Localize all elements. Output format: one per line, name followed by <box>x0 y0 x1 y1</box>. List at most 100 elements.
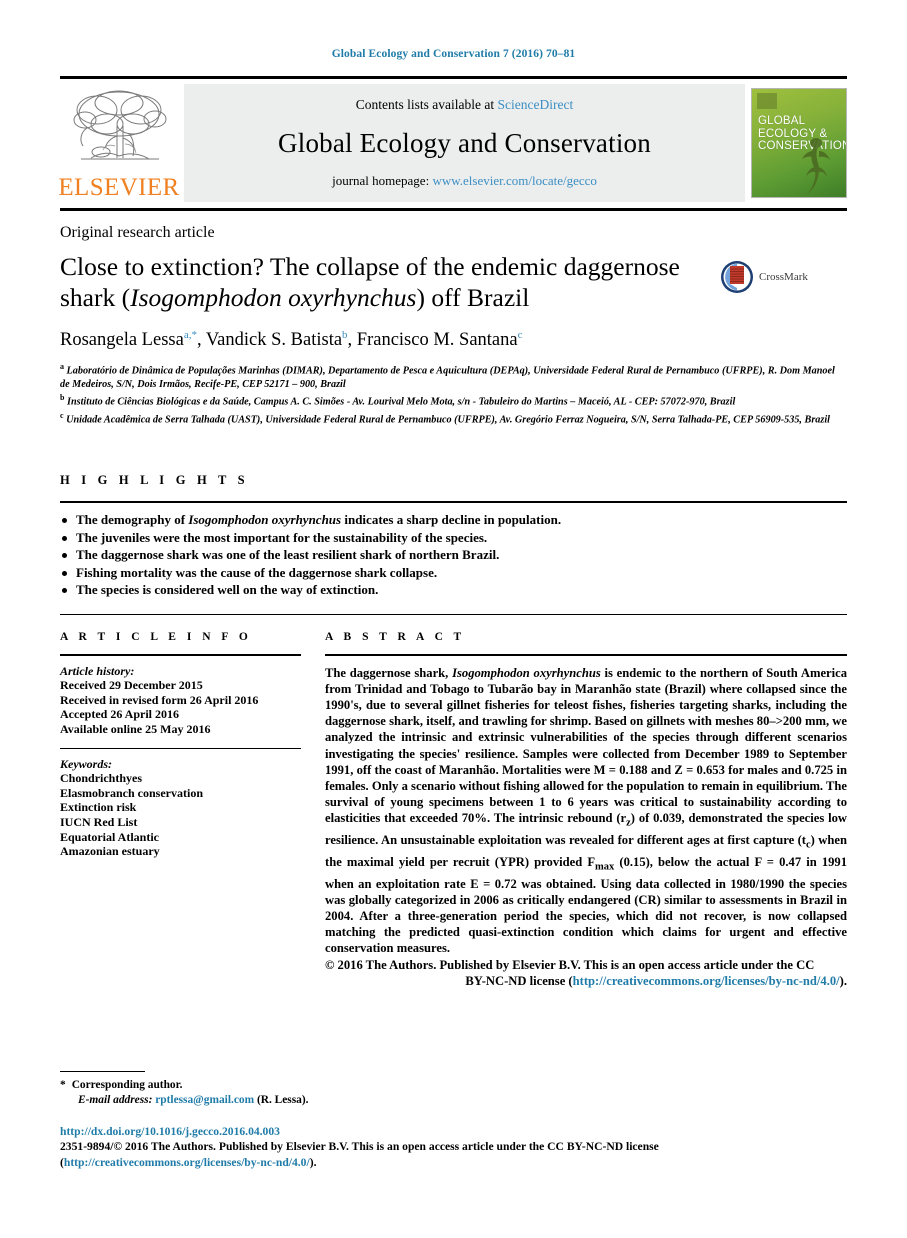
divider-top <box>60 76 847 79</box>
journal-cover-thumbnail[interactable]: GLOBAL ECOLOGY & CONSERVATION <box>751 88 847 198</box>
footnote-rule <box>60 1070 145 1072</box>
article-info-heading: A R T I C L E I N F O <box>60 630 252 643</box>
elsevier-tree-icon <box>73 90 167 160</box>
doi-link[interactable]: http://dx.doi.org/10.1016/j.gecco.2016.0… <box>60 1124 847 1140</box>
history-item-1: Received in revised form 26 April 2016 <box>60 692 259 707</box>
abstract-species-name: Isogomphodon oxyrhynchus <box>452 665 601 680</box>
crossmark-icon <box>721 261 753 293</box>
corresponding-star: * <box>60 1078 66 1091</box>
journal-homepage-line: journal homepage: www.elsevier.com/locat… <box>332 173 597 189</box>
abstract-part-e: (0.15), below the actual F = 0.47 in 199… <box>325 854 848 956</box>
email-label: E-mail address: <box>78 1093 153 1106</box>
journal-masthead: ELSEVIER Contents lists available at Sci… <box>58 84 847 202</box>
title-row: Close to extinction? The collapse of the… <box>60 251 847 313</box>
contents-prefix: Contents lists available at <box>355 97 498 112</box>
author-2-name: Francisco M. Santana <box>356 330 518 351</box>
corresponding-text: Corresponding author. <box>71 1078 183 1091</box>
highlight-4-pre: The species is considered well on the wa… <box>76 582 379 598</box>
highlight-0-post: indicates a sharp decline in population. <box>341 512 562 528</box>
corresponding-author-note: * Corresponding author. E-mail address: r… <box>60 1078 847 1108</box>
affiliation-2-marker: c <box>60 410 64 420</box>
author-0-sup: a,* <box>183 329 197 341</box>
title-part-2: ) off Brazil <box>416 283 530 312</box>
highlights-heading: H I G H L I G H T S <box>60 473 249 488</box>
highlight-2-pre: The daggernose shark was one of the leas… <box>76 547 500 563</box>
highlights-list: The demography of Isogomphodon oxyrhynch… <box>60 512 847 599</box>
author-list: Rosangela Lessaa,*, Vandick S. Batistab,… <box>60 329 523 351</box>
email-line: E-mail address: rptlessa@gmail.com (R. L… <box>60 1093 847 1108</box>
issn-text-b: ). <box>309 1155 317 1169</box>
sciencedirect-link[interactable]: ScienceDirect <box>498 97 574 112</box>
highlight-1-pre: The juveniles were the most important fo… <box>76 529 488 545</box>
keywords-label: Keywords: <box>60 756 112 771</box>
abstract-text: The daggernose shark, Isogomphodon oxyrh… <box>325 665 847 989</box>
issn-license-link-a[interactable]: http://creativecommons.org/ <box>64 1156 204 1169</box>
affiliation-1-marker: b <box>60 392 65 402</box>
email-link[interactable]: rptlessa@gmail.com <box>155 1094 254 1106</box>
highlight-item-4: The species is considered well on the wa… <box>60 582 847 599</box>
author-0-name: Rosangela Lessa <box>60 330 184 351</box>
affiliation-2-text: Unidade Acadêmica de Serra Talhada (UAST… <box>66 413 831 425</box>
cover-title-line-1: GLOBAL <box>758 115 806 127</box>
title-species-name: Isogomphodon oxyrhynchus <box>130 283 417 312</box>
keyword-4[interactable]: Equatorial Atlantic <box>60 830 301 845</box>
keyword-3[interactable]: IUCN Red List <box>60 815 301 830</box>
abstract-column: A B S T R A C T The daggernose shark, Is… <box>313 631 847 989</box>
abstract-heading: A B S T R A C T <box>325 630 466 643</box>
affiliation-1: b Instituto de Ciências Biológicas e da … <box>60 391 847 409</box>
doi-block: http://dx.doi.org/10.1016/j.gecco.2016.0… <box>60 1124 847 1171</box>
keywords-block: Keywords: Chondrichthyes Elasmobranch co… <box>60 757 301 859</box>
keyword-0[interactable]: Chondrichthyes <box>60 771 301 786</box>
email-owner: (R. Lessa). <box>256 1093 309 1106</box>
issn-line: 2351-9894/© 2016 The Authors. Published … <box>60 1140 659 1169</box>
divider-highlights <box>60 501 847 504</box>
affiliations: a Laboratório de Dinâmica de Populações … <box>60 360 847 426</box>
article-history-label: Article history: <box>60 663 135 678</box>
highlight-0-italic: Isogomphodon oxyrhynchus <box>188 512 342 528</box>
homepage-prefix: journal homepage: <box>332 173 433 188</box>
keyword-2[interactable]: Extinction risk <box>60 800 301 815</box>
history-item-3: Available online 25 May 2016 <box>60 722 211 737</box>
copyright-line: © 2016 The Authors. Published by Elsevie… <box>325 957 815 972</box>
affiliation-2: c Unidade Acadêmica de Serra Talhada (UA… <box>60 409 847 427</box>
journal-homepage-link[interactable]: www.elsevier.com/locate/gecco <box>432 173 596 188</box>
crossmark-badge[interactable]: CrossMark <box>720 260 808 294</box>
journal-title: Global Ecology and Conservation <box>278 127 651 158</box>
running-head: Global Ecology and Conservation 7 (2016)… <box>331 48 576 60</box>
author-2[interactable]: Francisco M. Santanac <box>356 329 523 351</box>
article-history-block: Article history: Received 29 December 20… <box>60 664 301 737</box>
divider-keywords <box>60 747 301 749</box>
author-1[interactable]: Vandick S. Batistab <box>206 329 348 350</box>
keyword-1[interactable]: Elasmobranch conservation <box>60 786 301 801</box>
author-0[interactable]: Rosangela Lessaa,* <box>60 329 197 351</box>
page-title: Close to extinction? The collapse of the… <box>60 251 720 313</box>
highlight-item-1: The juveniles were the most important fo… <box>60 530 847 547</box>
abstract-part-a: The daggernose shark, <box>325 665 453 680</box>
article-type: Original research article <box>60 224 215 241</box>
crossmark-label: CrossMark <box>759 271 808 283</box>
author-1-sup: b <box>342 329 348 341</box>
highlight-item-2: The daggernose shark was one of the leas… <box>60 547 847 564</box>
keyword-5[interactable]: Amazonian estuary <box>60 844 301 859</box>
highlight-0-pre: The demography of <box>76 512 189 528</box>
affiliation-0-text: Laboratório de Dinâmica de Populações Ma… <box>60 365 835 390</box>
license-suffix: ). <box>839 973 847 988</box>
license-link[interactable]: http://creativecommons.org/licenses/by-n… <box>573 974 840 988</box>
abstract-part-b: is endemic to the northern of South Amer… <box>325 665 848 826</box>
masthead-center-panel: Contents lists available at ScienceDirec… <box>184 84 745 202</box>
divider-abstract <box>325 653 847 656</box>
abstract-copyright: © 2016 The Authors. Published by Elsevie… <box>325 957 847 989</box>
cover-publisher-mark <box>757 93 777 109</box>
divider-below-highlights <box>60 613 847 615</box>
info-abstract-columns: A R T I C L E I N F O Article history: R… <box>60 631 847 989</box>
elsevier-wordmark: ELSEVIER <box>58 174 180 201</box>
highlight-3-pre: Fishing mortality was the cause of the d… <box>76 564 438 580</box>
divider-masthead-bottom <box>60 208 847 211</box>
page-footer: * Corresponding author. E-mail address: r… <box>60 1070 847 1171</box>
lizard-icon <box>802 138 830 194</box>
issn-license-link-b[interactable]: licenses/by-nc-nd/4.0/ <box>204 1156 310 1169</box>
license-prefix: BY-NC-ND license ( <box>465 973 573 988</box>
elsevier-logo[interactable]: ELSEVIER <box>58 84 180 202</box>
divider-article-info <box>60 653 301 656</box>
contents-available-line: Contents lists available at ScienceDirec… <box>356 97 573 113</box>
